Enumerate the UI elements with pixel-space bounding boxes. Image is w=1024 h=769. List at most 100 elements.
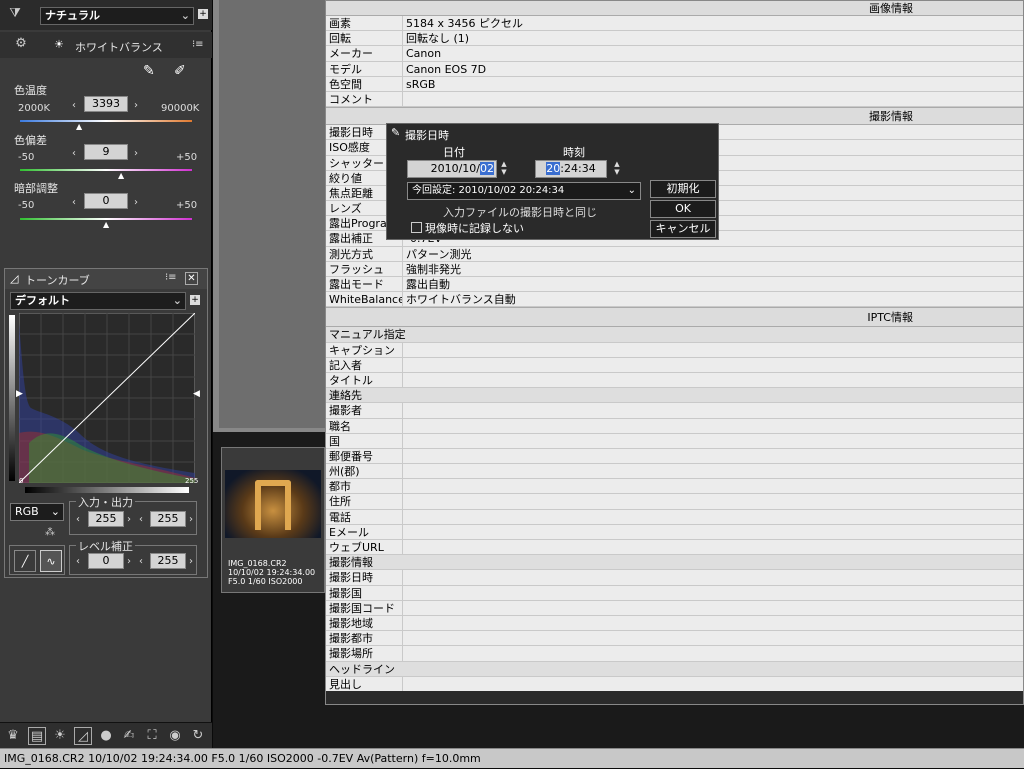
table-row[interactable]: 撮影都市 bbox=[326, 631, 1023, 647]
chevron-right-icon[interactable]: › bbox=[127, 514, 131, 525]
chevron-right-icon[interactable]: › bbox=[134, 197, 138, 208]
tone-curve-graph[interactable] bbox=[19, 313, 195, 483]
chevron-left-icon[interactable]: ‹ bbox=[76, 514, 80, 525]
chevron-right-icon[interactable]: › bbox=[134, 148, 138, 159]
table-row[interactable]: 撮影日時 bbox=[326, 570, 1023, 586]
level-max-field[interactable]: 255 bbox=[150, 553, 186, 569]
crop-icon[interactable]: ⛶ bbox=[143, 727, 161, 745]
date-input[interactable]: 2010/10/02 bbox=[407, 160, 497, 178]
color-icon[interactable]: ● bbox=[97, 727, 115, 745]
curve-input-field[interactable]: 255 bbox=[88, 511, 124, 527]
color-temp-slider-track[interactable] bbox=[20, 120, 192, 122]
color-temp-input[interactable]: 3393 bbox=[84, 96, 128, 112]
eyedropper-plus-icon[interactable]: ✐ bbox=[174, 63, 186, 79]
chevron-left-icon[interactable]: ‹ bbox=[139, 514, 143, 525]
table-row[interactable]: タイトル bbox=[326, 372, 1023, 389]
table-row[interactable]: Eメール bbox=[326, 524, 1023, 540]
chevron-left-icon[interactable]: ‹ bbox=[72, 197, 76, 208]
histogram-icon[interactable]: ♛ bbox=[4, 727, 22, 745]
shadow-slider-handle[interactable]: ▲ bbox=[103, 220, 109, 229]
chevron-right-icon[interactable]: › bbox=[189, 556, 193, 567]
table-row[interactable]: 露出モード 露出自動 bbox=[326, 277, 1023, 293]
table-row[interactable]: コメント bbox=[326, 91, 1023, 108]
lens-icon[interactable]: ◉ bbox=[166, 727, 184, 745]
settings-tab-icon[interactable]: ⚙ bbox=[12, 35, 30, 53]
chevron-left-icon[interactable]: ‹ bbox=[139, 556, 143, 567]
table-row[interactable]: 州(郡) bbox=[326, 464, 1023, 480]
table-row[interactable]: 撮影国 bbox=[326, 585, 1023, 601]
chevron-left-icon[interactable]: ‹ bbox=[72, 100, 76, 111]
table-row[interactable]: ウェブURL bbox=[326, 540, 1023, 556]
shadow-input[interactable]: 0 bbox=[84, 193, 128, 209]
chevron-down-icon[interactable]: ▼ bbox=[613, 168, 621, 176]
no-record-checkbox[interactable] bbox=[411, 222, 422, 233]
linear-curve-icon[interactable]: ╱ bbox=[14, 550, 36, 572]
table-row[interactable]: 郵便番号 bbox=[326, 448, 1023, 465]
tone-curve-tool-icon[interactable]: ◿ bbox=[74, 727, 92, 745]
level-min-field[interactable]: 0 bbox=[88, 553, 124, 569]
tint-slider-handle[interactable]: ▲ bbox=[118, 171, 124, 180]
table-row[interactable]: 国 bbox=[326, 433, 1023, 449]
table-row[interactable]: 撮影国コード bbox=[326, 600, 1023, 616]
curve-output-field[interactable]: 255 bbox=[150, 511, 186, 527]
table-row[interactable]: ヘッドライン bbox=[326, 661, 1023, 677]
table-row[interactable]: 撮影地域 bbox=[326, 615, 1023, 632]
chevron-right-icon[interactable]: › bbox=[134, 100, 138, 111]
chevron-up-icon[interactable]: ▲ bbox=[500, 160, 508, 168]
close-icon[interactable]: ✕ bbox=[185, 272, 198, 285]
tint-input[interactable]: 9 bbox=[84, 144, 128, 160]
caption-icon[interactable]: ▤ bbox=[28, 727, 46, 745]
eyedropper-icon[interactable]: ⁂ bbox=[45, 527, 55, 538]
thumbnail-image[interactable] bbox=[225, 470, 321, 538]
table-row[interactable]: 画素 5184 x 3456 ピクセル bbox=[326, 16, 1023, 32]
table-row[interactable]: メーカー Canon bbox=[326, 46, 1023, 62]
cancel-button[interactable]: キャンセル bbox=[650, 220, 716, 238]
spline-curve-icon[interactable]: ∿ bbox=[40, 550, 62, 572]
time-input[interactable]: 20:24:34 bbox=[535, 160, 607, 178]
table-row[interactable]: フラッシュ 強制非発光 bbox=[326, 261, 1023, 277]
chevron-down-icon[interactable]: ▼ bbox=[500, 168, 508, 176]
brightness-icon[interactable]: ☀ bbox=[51, 727, 69, 745]
picture-style-icon[interactable]: ⧩ bbox=[6, 5, 24, 23]
reset-button[interactable]: 初期化 bbox=[650, 180, 716, 198]
table-row[interactable]: 見出し bbox=[326, 676, 1023, 692]
table-row[interactable]: 色空間 sRGB bbox=[326, 76, 1023, 92]
chevron-right-icon[interactable]: › bbox=[127, 556, 131, 567]
table-row[interactable]: マニュアル指定 bbox=[326, 327, 1023, 343]
image-viewer[interactable] bbox=[213, 0, 325, 432]
table-row[interactable]: 住所 bbox=[326, 494, 1023, 510]
table-row[interactable]: 撮影者 bbox=[326, 403, 1023, 419]
channel-select[interactable]: RGB ⌄ bbox=[10, 503, 64, 521]
table-row[interactable]: 職名 bbox=[326, 418, 1023, 434]
table-row[interactable]: 撮影場所 bbox=[326, 646, 1023, 662]
chevron-left-icon[interactable]: ‹ bbox=[76, 556, 80, 567]
info-scrollbar[interactable] bbox=[326, 691, 1023, 704]
date-spinner[interactable]: ▲ ▼ bbox=[500, 160, 508, 178]
thumbnail-card[interactable]: IMG_0168.CR2 10/10/02 19:24:34.00 F5.0 1… bbox=[221, 447, 325, 593]
table-row[interactable]: WhiteBalance ホワイトバランス自動 bbox=[326, 292, 1023, 308]
rotate-icon[interactable]: ↻ bbox=[189, 727, 207, 745]
color-temp-slider-handle[interactable]: ▲ bbox=[76, 122, 82, 131]
chevron-up-icon[interactable]: ▲ bbox=[613, 160, 621, 168]
table-row[interactable]: モデル Canon EOS 7D bbox=[326, 61, 1023, 77]
tone-preset-select[interactable]: デフォルト ⌄ bbox=[10, 292, 186, 310]
eyedropper-icon[interactable]: ✎ bbox=[143, 63, 155, 79]
menu-icon[interactable]: ⁝≡ bbox=[165, 272, 177, 283]
add-icon[interactable]: + bbox=[190, 295, 200, 305]
table-row[interactable]: 測光方式 パターン測光 bbox=[326, 246, 1023, 262]
add-icon[interactable]: + bbox=[198, 9, 208, 19]
time-spinner[interactable]: ▲ ▼ bbox=[613, 160, 621, 178]
menu-icon[interactable]: ⁝≡ bbox=[192, 39, 204, 50]
table-row[interactable]: 回転 回転なし (1) bbox=[326, 31, 1023, 47]
tint-slider-track[interactable] bbox=[20, 169, 192, 171]
table-row[interactable]: 都市 bbox=[326, 479, 1023, 495]
chevron-right-icon[interactable]: › bbox=[189, 514, 193, 525]
table-row[interactable]: 連絡先 bbox=[326, 388, 1023, 404]
table-row[interactable]: 撮影情報 bbox=[326, 555, 1023, 571]
chevron-left-icon[interactable]: ‹ bbox=[72, 148, 76, 159]
table-row[interactable]: キャプション bbox=[326, 342, 1023, 358]
picture-style-select[interactable]: ナチュラル ⌄ bbox=[40, 7, 194, 25]
table-row[interactable]: 記入者 bbox=[326, 357, 1023, 373]
brush-icon[interactable]: ✍ bbox=[120, 727, 138, 745]
preset-select[interactable]: 今回設定: 2010/10/02 20:24:34 ⌄ bbox=[407, 182, 641, 200]
